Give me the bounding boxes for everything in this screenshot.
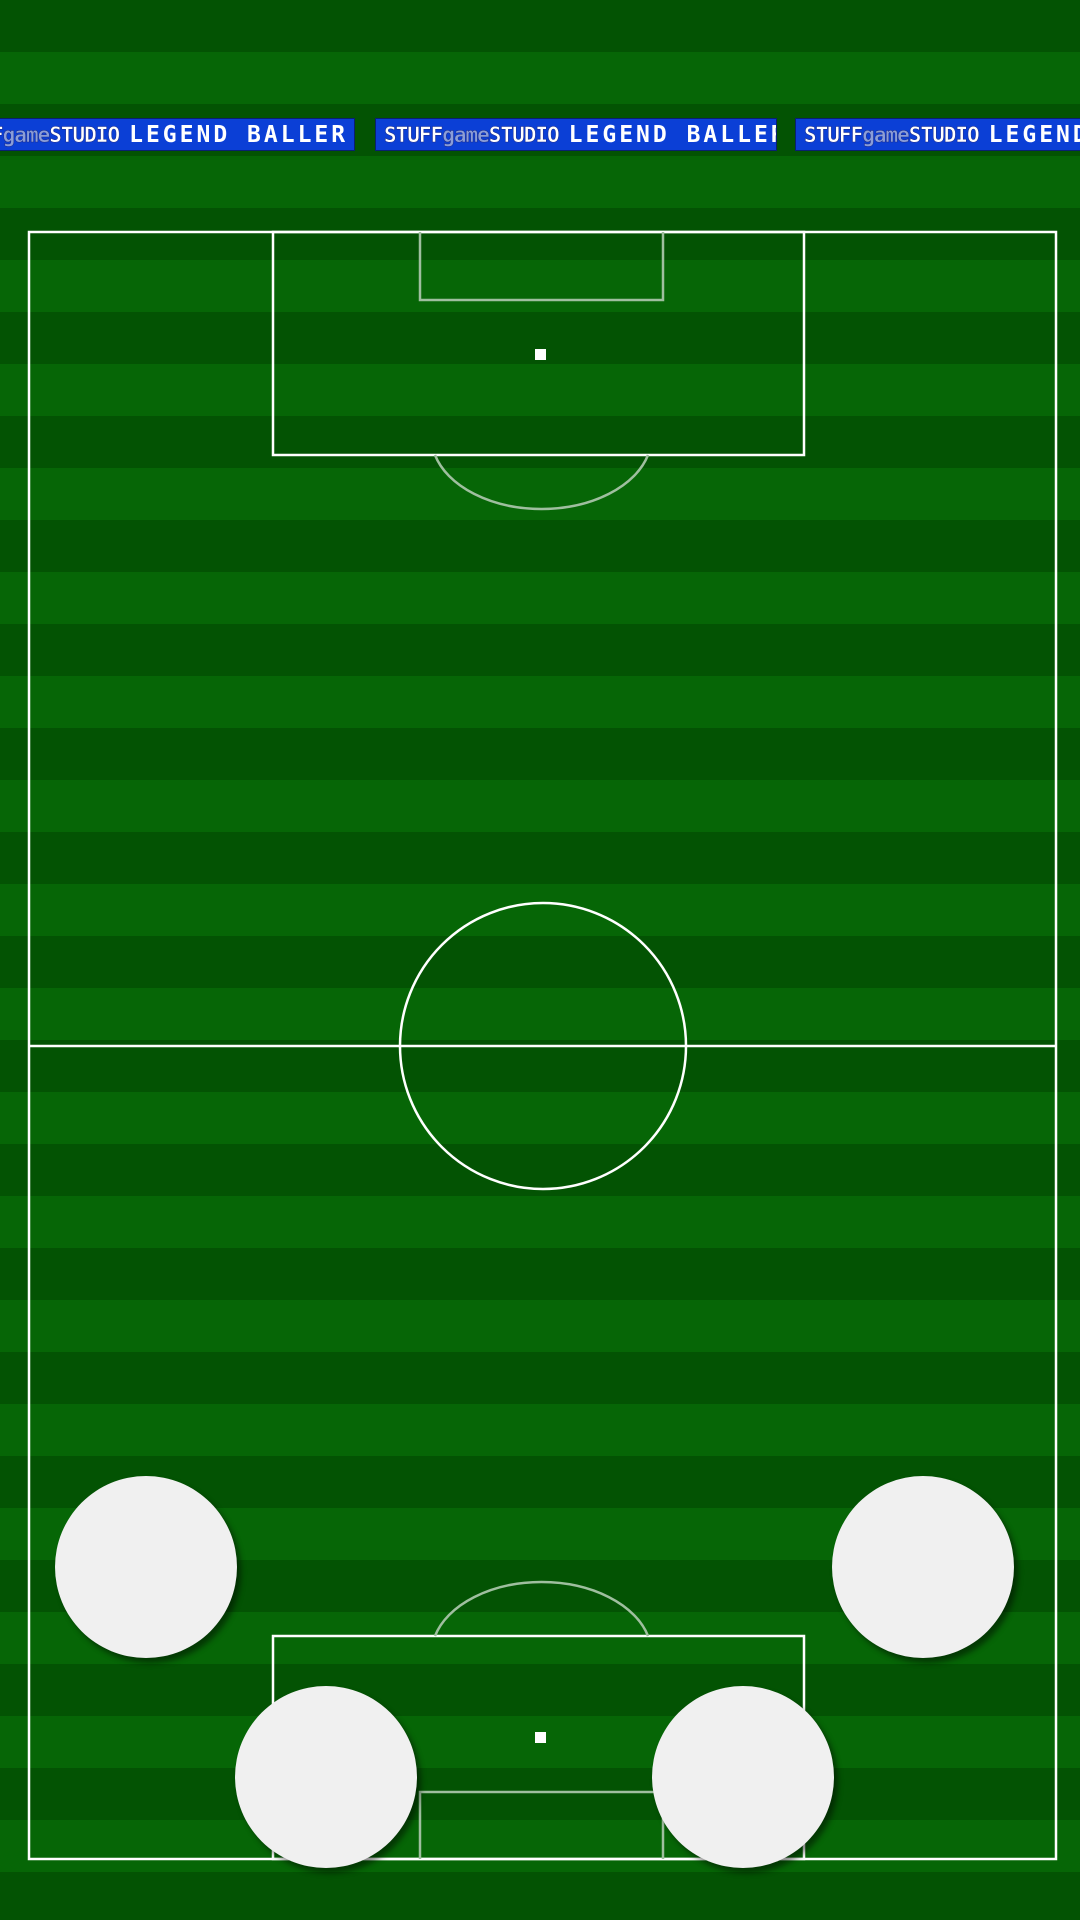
right-lower-control-button[interactable] (652, 1686, 834, 1868)
left-lower-control-button[interactable] (235, 1686, 417, 1868)
top-penalty-arc (433, 454, 650, 511)
top-penalty-box (271, 230, 806, 457)
left-upper-control-button[interactable] (55, 1476, 237, 1658)
game-screen: FgameSTUDIO LEGEND BALLER STUFFgameSTUDI… (0, 0, 1080, 1920)
bottom-goal-box (418, 1790, 665, 1859)
bottom-penalty-arc (433, 1580, 650, 1637)
right-upper-control-button[interactable] (832, 1476, 1014, 1658)
top-goal-box (418, 232, 665, 302)
top-penalty-spot (535, 349, 546, 360)
bottom-penalty-spot (535, 1732, 546, 1743)
